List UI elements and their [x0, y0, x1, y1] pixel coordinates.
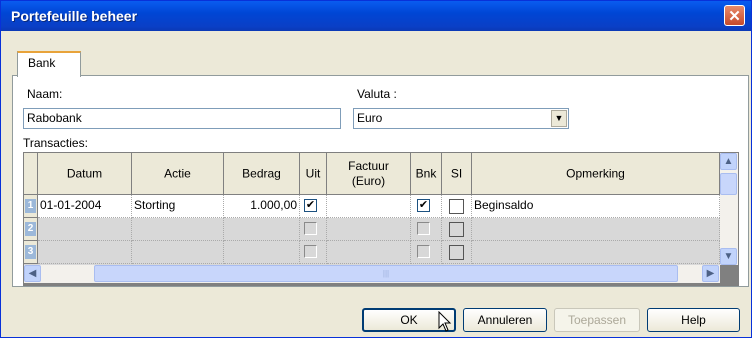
column-header-factuur[interactable]: Factuur (Euro)	[327, 153, 411, 195]
cell-bnk	[411, 241, 442, 264]
table-row[interactable]: 1 01-01-2004 Storting 1.000,00 ✔ ✔ Begin…	[24, 195, 720, 218]
close-icon[interactable]: ✕	[724, 5, 745, 26]
cell-factuur[interactable]	[327, 195, 411, 218]
scroll-up-icon[interactable]: ▲	[720, 153, 737, 170]
scroll-left-icon[interactable]: ◀	[24, 265, 41, 282]
cell-uit	[300, 218, 327, 241]
cell-si	[442, 241, 472, 264]
row-header[interactable]: 2	[24, 218, 38, 241]
uit-checkbox[interactable]: ✔	[304, 199, 317, 212]
row-header[interactable]: 1	[24, 195, 38, 218]
column-header-datum[interactable]: Datum	[38, 153, 132, 195]
valuta-label: Valuta :	[357, 87, 397, 101]
mouse-cursor-icon	[438, 311, 452, 332]
title-bar[interactable]: Portefeuille beheer ✕	[1, 1, 751, 31]
column-header-bedrag[interactable]: Bedrag	[224, 153, 300, 195]
transacties-label: Transacties:	[23, 136, 88, 150]
toepassen-button[interactable]: Toepassen	[554, 308, 640, 332]
column-header-bnk[interactable]: Bnk	[411, 153, 442, 195]
cell-bedrag[interactable]	[224, 241, 300, 264]
corner-header	[24, 153, 38, 195]
table-row[interactable]: 2	[24, 218, 720, 241]
si-checkbox[interactable]	[449, 199, 464, 214]
cell-factuur[interactable]	[327, 218, 411, 241]
cell-actie[interactable]: Storting	[132, 195, 224, 218]
chevron-down-icon[interactable]: ▼	[551, 110, 567, 127]
valuta-value: Euro	[357, 111, 383, 125]
row-header[interactable]: 3	[24, 241, 38, 264]
column-header-actie[interactable]: Actie	[132, 153, 224, 195]
cell-uit	[300, 241, 327, 264]
cell-si	[442, 195, 472, 218]
cell-actie[interactable]	[132, 218, 224, 241]
horizontal-scroll-thumb[interactable]: |||	[94, 265, 678, 282]
cell-bnk: ✔	[411, 195, 442, 218]
column-header-si[interactable]: SI	[442, 153, 472, 195]
cell-si	[442, 218, 472, 241]
cell-bedrag[interactable]	[224, 218, 300, 241]
vertical-scroll-thumb[interactable]	[720, 173, 737, 195]
cell-bedrag[interactable]: 1.000,00	[224, 195, 300, 218]
annuleren-button[interactable]: Annuleren	[463, 308, 547, 332]
tab-bank-label: Bank	[28, 56, 56, 70]
si-checkbox[interactable]	[449, 222, 464, 237]
cell-opmerking[interactable]	[472, 241, 720, 264]
cell-uit: ✔	[300, 195, 327, 218]
valuta-select[interactable]: Euro ▼	[353, 108, 569, 129]
column-header-opmerking[interactable]: Opmerking	[472, 153, 720, 195]
cell-actie[interactable]	[132, 241, 224, 264]
si-checkbox[interactable]	[449, 245, 464, 260]
cell-datum[interactable]	[38, 241, 132, 264]
transactions-table: Datum Actie Bedrag Uit Factuur (Euro) Bn…	[23, 152, 739, 286]
cell-factuur[interactable]	[327, 241, 411, 264]
naam-field[interactable]: Rabobank	[23, 108, 341, 129]
horizontal-scrollbar[interactable]: ◀ ||| ▶	[24, 265, 720, 283]
column-header-uit[interactable]: Uit	[300, 153, 327, 195]
cell-datum[interactable]	[38, 218, 132, 241]
bnk-checkbox[interactable]: ✔	[417, 199, 430, 212]
window-title: Portefeuille beheer	[11, 8, 138, 24]
cell-opmerking[interactable]	[472, 218, 720, 241]
cell-bnk	[411, 218, 442, 241]
cell-opmerking[interactable]: Beginsaldo	[472, 195, 720, 218]
uit-checkbox[interactable]	[304, 245, 317, 258]
vertical-scrollbar[interactable]: ▲ ▼	[720, 153, 738, 265]
uit-checkbox[interactable]	[304, 222, 317, 235]
help-button[interactable]: Help	[647, 308, 740, 332]
bnk-checkbox[interactable]	[417, 245, 430, 258]
cell-datum[interactable]: 01-01-2004	[38, 195, 132, 218]
bnk-checkbox[interactable]	[417, 222, 430, 235]
dialog-window: Portefeuille beheer ✕ Bank Naam: Raboban…	[0, 0, 752, 338]
naam-label: Naam:	[27, 87, 63, 101]
tab-bank[interactable]: Bank	[17, 51, 81, 77]
scroll-right-icon[interactable]: ▶	[702, 265, 719, 282]
table-row[interactable]: 3	[24, 241, 720, 265]
scroll-down-icon[interactable]: ▼	[720, 248, 737, 265]
